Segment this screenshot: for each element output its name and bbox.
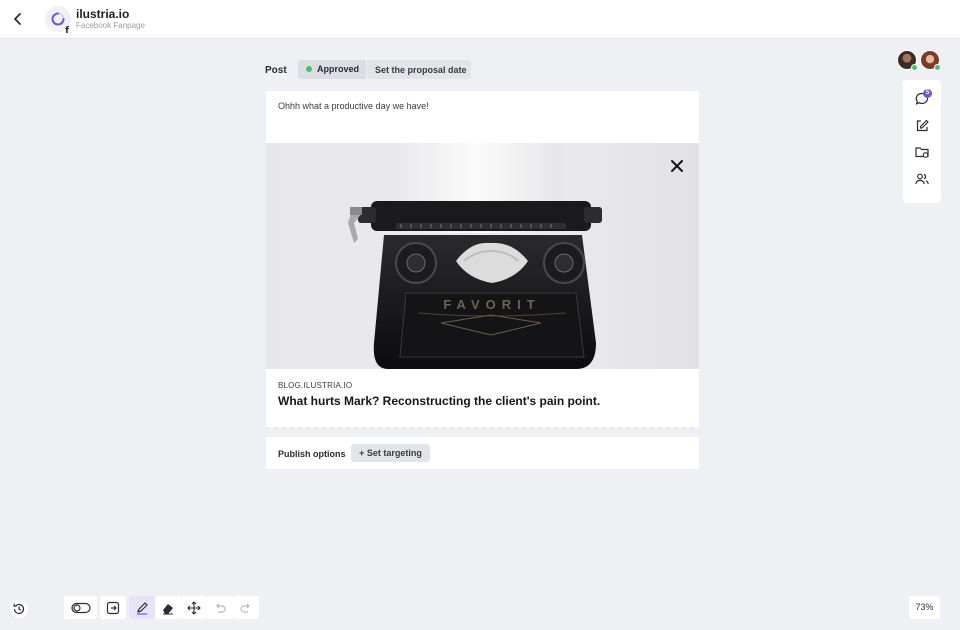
chevron-left-icon[interactable] (10, 11, 26, 27)
link-domain: BLOG.ILUSTRIA.IO (278, 381, 353, 390)
folder-settings-icon[interactable] (914, 144, 930, 160)
status-label: Approved (317, 64, 360, 74)
brand-name: ilustria.io (76, 7, 130, 21)
users-icon[interactable] (914, 171, 930, 187)
post-card: Ohhh what a productive day we have! FAVO… (266, 91, 699, 431)
toggle-icon[interactable] (64, 596, 97, 619)
set-proposal-date-button[interactable]: Set the proposal date (367, 60, 471, 79)
history-icon[interactable] (10, 600, 28, 618)
close-icon[interactable] (669, 158, 685, 174)
move-icon[interactable] (181, 596, 207, 619)
set-targeting-button[interactable]: + Set targeting (351, 444, 430, 462)
online-status-dot (934, 64, 941, 71)
avatar[interactable] (920, 50, 941, 71)
facebook-badge: f (65, 26, 69, 36)
zoom-level[interactable]: 73% (909, 596, 940, 619)
post-text[interactable]: Ohhh what a productive day we have! (278, 101, 429, 111)
top-bar: f ilustria.io Facebook Fanpage (0, 0, 960, 39)
publish-options-bar: Publish options + Set targeting (266, 437, 699, 469)
eraser-icon[interactable] (155, 596, 181, 619)
edit-icon[interactable] (914, 118, 930, 134)
redo-icon[interactable] (233, 596, 259, 619)
brand-subtitle: Facebook Fanpage (76, 21, 145, 30)
status-badge[interactable]: Approved (298, 60, 366, 79)
card-divider (266, 427, 699, 431)
comments-count-badge: 5 (923, 89, 932, 98)
publish-options-label: Publish options (278, 449, 346, 459)
export-icon[interactable] (100, 596, 126, 619)
pen-icon[interactable] (129, 596, 155, 619)
online-status-dot (911, 64, 918, 71)
avatar[interactable] (897, 50, 918, 71)
post-image: FAVORIT (266, 143, 699, 369)
typewriter-brand-lettering: FAVORIT (443, 297, 540, 312)
brand-logo: f (45, 6, 71, 36)
side-toolbar: 5 (903, 80, 941, 203)
bottom-toolbar (64, 596, 259, 619)
link-title[interactable]: What hurts Mark? Reconstructing the clie… (278, 394, 600, 408)
undo-icon[interactable] (207, 596, 233, 619)
status-dot (306, 66, 312, 72)
post-label: Post (265, 65, 287, 76)
